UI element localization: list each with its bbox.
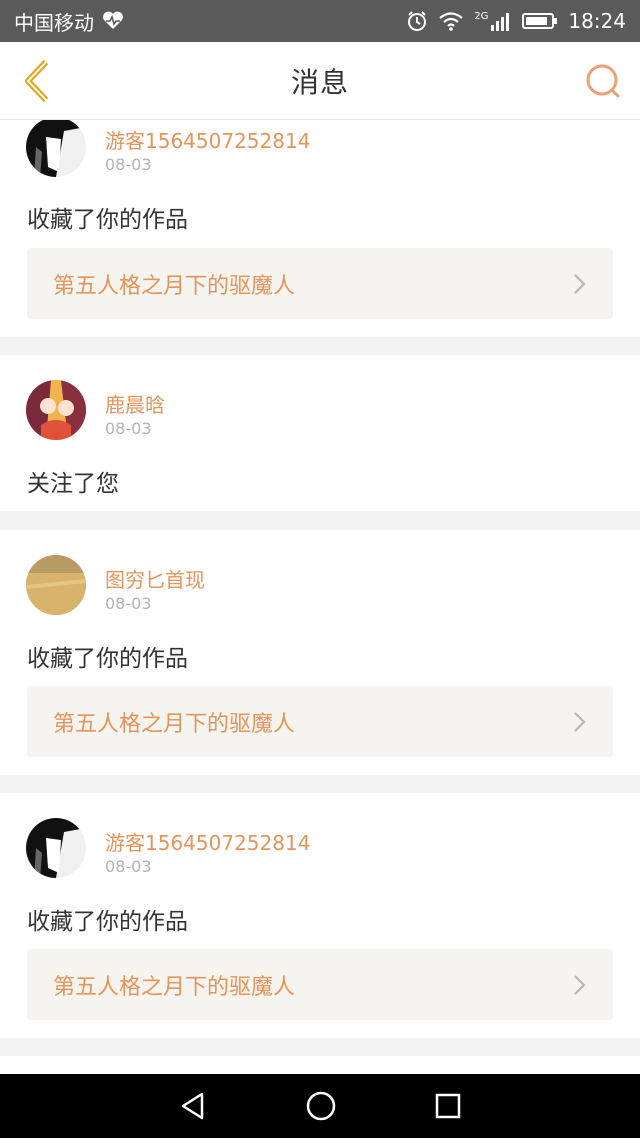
chevron-left-icon [25,59,49,103]
username[interactable]: 鹿晨晗 [105,389,165,418]
timestamp: 08-03 [105,857,152,876]
app-header: 消息 [0,42,640,120]
notification-card [0,1056,640,1074]
carrier-name: 中国移动 [14,10,94,35]
status-right: 2G 18:24 [406,9,626,33]
work-link[interactable]: 第五人格之月下的驱魔人 [27,686,613,757]
avatar[interactable] [26,555,86,615]
system-nav-bar [0,1074,640,1138]
chevron-right-icon [574,273,586,294]
avatar-image [26,120,86,177]
network-type: 2G [474,10,489,22]
work-title: 第五人格之月下的驱魔人 [53,711,296,737]
work-link[interactable]: 第五人格之月下的驱魔人 [27,949,613,1020]
work-link[interactable]: 第五人格之月下的驱魔人 [27,248,613,319]
action-text: 收藏了你的作品 [27,646,188,672]
notification-list[interactable]: 游客1564507252814 08-03 收藏了你的作品 第五人格之月下的驱魔… [0,120,640,1074]
timestamp: 08-03 [105,594,152,613]
heartbeat-icon [103,11,123,29]
timestamp: 08-03 [105,419,152,438]
status-bar: 中国移动 2G 18:24 [0,0,640,42]
username[interactable]: 游客1564507252814 [105,125,310,154]
back-nav-icon[interactable] [178,1091,208,1121]
notification-card: 图穷匕首现 08-03 收藏了你的作品 第五人格之月下的驱魔人 [0,530,640,775]
username[interactable]: 游客1564507252814 [105,827,310,856]
avatar[interactable] [26,380,86,440]
notification-card: 游客1564507252814 08-03 收藏了你的作品 第五人格之月下的驱魔… [0,120,640,337]
status-left: 中国移动 [14,7,124,36]
battery-icon [522,13,558,29]
chevron-right-icon [574,711,586,732]
back-button[interactable] [12,56,62,106]
work-title: 第五人格之月下的驱魔人 [53,273,296,299]
timestamp: 08-03 [105,155,152,174]
signal-icon [491,13,510,31]
username[interactable]: 图穷匕首现 [105,564,205,593]
chevron-right-icon [574,974,586,995]
notification-card: 鹿晨晗 08-03 关注了您 [0,355,640,511]
clock-time: 18:24 [568,9,626,33]
work-title: 第五人格之月下的驱魔人 [53,974,296,1000]
recents-nav-icon[interactable] [434,1092,462,1120]
action-text: 关注了您 [27,471,119,497]
search-button[interactable] [578,56,628,106]
avatar-image [26,555,86,615]
avatar[interactable] [26,818,86,878]
home-nav-icon[interactable] [305,1090,337,1122]
page-title: 消息 [290,65,349,99]
action-text: 收藏了你的作品 [27,909,188,935]
wifi-icon [439,12,463,31]
search-icon [586,64,620,98]
action-text: 收藏了你的作品 [27,207,188,233]
notification-card: 游客1564507252814 08-03 收藏了你的作品 第五人格之月下的驱魔… [0,793,640,1038]
avatar-image [26,380,86,440]
avatar[interactable] [26,120,86,177]
alarm-icon [408,11,427,31]
avatar-image [26,818,86,878]
